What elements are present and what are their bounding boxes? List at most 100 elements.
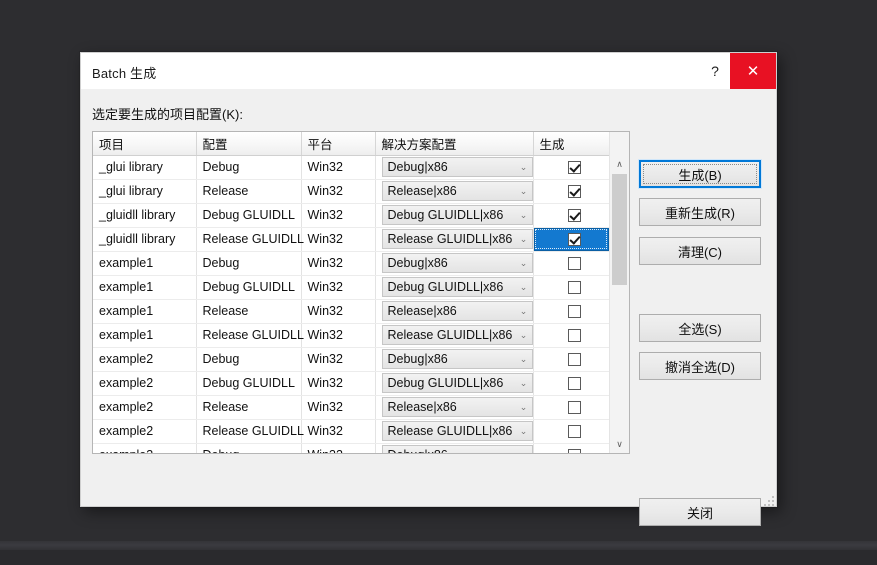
cell-project: example3 (93, 443, 197, 453)
column-header-solution[interactable]: 解决方案配置 (375, 132, 534, 156)
cell-build[interactable] (533, 251, 610, 276)
cell-build[interactable] (533, 419, 609, 444)
cell-build[interactable] (533, 275, 610, 300)
solution-configuration-dropdown[interactable]: Debug|x86⌄ (381, 445, 533, 453)
cell-platform: Win32 (301, 251, 376, 276)
rebuild-button[interactable]: 重新生成(R) (639, 198, 761, 226)
cell-platform: Win32 (301, 155, 376, 180)
background-band-lower (0, 550, 877, 565)
close-dialog-button[interactable]: 关闭 (639, 498, 761, 526)
table-row[interactable]: example1 Release Win32 Release|x86 ⌄ (93, 299, 609, 324)
build-checkbox[interactable] (567, 208, 581, 222)
table-row[interactable]: example2 Debug Win32 Debug|x86 ⌄ (93, 347, 609, 372)
build-checkbox[interactable] (567, 352, 581, 366)
deselect-all-button[interactable]: 撤消全选(D) (639, 352, 761, 380)
table-row[interactable]: _gluidll library Release GLUIDLL Win32 Rele… (93, 227, 609, 252)
build-checkbox[interactable] (567, 304, 581, 318)
table-header-row: 项目 配置 平台 解决方案配置 生成 (93, 132, 609, 156)
build-checkbox[interactable] (567, 448, 581, 453)
checkbox-holder (540, 204, 610, 227)
chevron-down-icon: ⌄ (519, 161, 528, 172)
solution-configuration-value: Release|x86 (387, 184, 457, 198)
question-mark-icon: ? (711, 63, 719, 79)
solution-configuration-dropdown[interactable]: Debug GLUIDLL|x86 ⌄ (381, 205, 533, 225)
table-row[interactable]: _glui library Release Win32 Release|x86 ⌄ (93, 179, 609, 204)
cell-build[interactable] (533, 443, 609, 453)
solution-configuration-dropdown[interactable]: Release GLUIDLL|x86 ⌄ (381, 325, 533, 345)
solution-configuration-dropdown[interactable]: Release|x86 ⌄ (381, 301, 533, 321)
solution-configuration-dropdown[interactable]: Release GLUIDLL|x86 ⌄ (381, 229, 533, 249)
chevron-down-icon: ⌄ (519, 233, 528, 244)
table-row[interactable]: example1 Release GLUIDLL Win32 Release GLUI… (93, 323, 609, 348)
column-header-build[interactable]: 生成 (533, 132, 609, 156)
build-checkbox[interactable] (567, 160, 581, 174)
table-row[interactable]: example1 Debug GLUIDLL Win32 Debug GLUIDLL|… (93, 275, 610, 300)
cell-build[interactable] (533, 323, 609, 348)
build-checkbox[interactable] (567, 184, 581, 198)
cell-build[interactable] (533, 395, 609, 420)
build-checkbox[interactable] (567, 256, 581, 270)
cell-build[interactable] (533, 179, 609, 204)
resize-grip-icon[interactable] (762, 494, 774, 506)
build-checkbox[interactable] (567, 424, 581, 438)
dialog-title: Batch 生成 (92, 66, 157, 81)
grid-viewport: 项目 配置 平台 解决方案配置 生成 _glui library Debug Win… (93, 132, 609, 453)
column-header-config[interactable]: 配置 (196, 132, 302, 156)
table-row[interactable]: example2 Release Win32 Release|x86 ⌄ (93, 395, 609, 420)
build-checkbox[interactable] (567, 280, 581, 294)
table-row[interactable]: _gluidll library Debug GLUIDLL Win32 Debug … (93, 203, 610, 228)
build-checkbox[interactable] (567, 328, 581, 342)
cell-project: example2 (93, 419, 197, 444)
solution-configuration-dropdown[interactable]: Debug|x86⌄ (381, 253, 533, 273)
scroll-up-arrow-icon[interactable]: ∧ (610, 155, 629, 173)
table-row[interactable]: example3DebugWin32 Debug|x86⌄ (93, 443, 609, 453)
solution-configuration-dropdown[interactable]: Debug GLUIDLL|x86 ⌄ (381, 373, 533, 393)
cell-config: Debug GLUIDLL (196, 203, 302, 228)
select-all-button[interactable]: 全选(S) (639, 314, 761, 342)
cell-config: Release GLUIDLL (196, 323, 304, 348)
table-row[interactable]: example2 Release GLUIDLL Win32 Release GLUI… (93, 419, 609, 444)
checkbox-holder (540, 276, 610, 299)
build-checkbox[interactable] (567, 376, 581, 390)
grid-vertical-scrollbar[interactable]: ∧ ∨ (609, 132, 629, 453)
clean-button[interactable]: 清理(C) (639, 237, 761, 265)
checkbox-holder (540, 252, 610, 275)
cell-project: example2 (93, 371, 197, 396)
table-row[interactable]: example2 Debug GLUIDLL Win32 Debug GLUIDLL|… (93, 371, 609, 396)
scroll-down-arrow-icon[interactable]: ∨ (610, 435, 629, 453)
cell-build[interactable] (533, 203, 610, 228)
scrollbar-thumb[interactable] (612, 174, 627, 285)
cell-platform: Win32 (301, 179, 376, 204)
solution-configuration-dropdown[interactable]: Release|x86 ⌄ (381, 181, 533, 201)
build-button[interactable]: 生成(B) (639, 160, 761, 188)
solution-configuration-dropdown[interactable]: Release|x86 ⌄ (381, 397, 533, 417)
cell-build[interactable] (533, 371, 609, 396)
solution-configuration-dropdown[interactable]: Release GLUIDLL|x86 ⌄ (381, 421, 533, 441)
list-caption-label: 选定要生成的项目配置(K): (92, 107, 243, 122)
dialog-titlebar[interactable]: Batch 生成 ? ✕ (81, 53, 776, 90)
column-header-platform[interactable]: 平台 (301, 132, 376, 156)
configurations-table: 项目 配置 平台 解决方案配置 生成 _glui library Debug Win… (93, 132, 609, 453)
cell-build[interactable] (533, 299, 609, 324)
solution-configuration-value: Debug|x86 (387, 256, 448, 270)
cell-build[interactable] (533, 347, 609, 372)
help-button[interactable]: ? (700, 53, 730, 89)
cell-solution-configuration: Debug GLUIDLL|x86 ⌄ (375, 371, 534, 396)
clean-button-label: 清理(C) (677, 244, 723, 260)
solution-configuration-dropdown[interactable]: Debug|x86⌄ (381, 157, 533, 177)
cell-config: Release GLUIDLL (196, 419, 304, 444)
table-row[interactable]: example1 Debug Win32 Debug|x86 ⌄ (93, 251, 610, 276)
cell-build[interactable] (533, 155, 609, 180)
solution-configuration-dropdown[interactable]: Debug|x86⌄ (381, 349, 533, 369)
cell-platform: Win32 (301, 227, 376, 252)
solution-configuration-dropdown[interactable]: Debug GLUIDLL|x86 ⌄ (381, 277, 533, 297)
cell-build[interactable] (533, 227, 609, 252)
chevron-down-icon: ⌄ (519, 401, 528, 412)
cell-project: example1 (93, 323, 197, 348)
close-button[interactable]: ✕ (730, 53, 776, 89)
build-checkbox[interactable] (567, 400, 581, 414)
column-header-project[interactable]: 项目 (93, 132, 197, 156)
table-row[interactable]: _glui library Debug Win32 Debug|x86 ⌄ (93, 155, 609, 180)
cell-solution-configuration: Debug|x86 ⌄ (375, 251, 534, 276)
build-checkbox[interactable] (567, 232, 581, 246)
